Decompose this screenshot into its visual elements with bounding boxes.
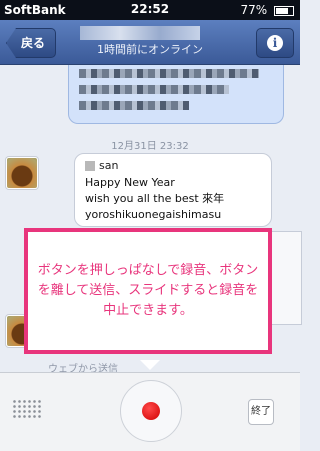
status-bar: SoftBank 22:52 77% xyxy=(0,0,300,20)
blurred-text xyxy=(79,101,189,110)
blurred-text xyxy=(79,69,259,78)
sender-name: san xyxy=(99,159,119,172)
info-icon: i xyxy=(267,35,283,51)
blurred-text xyxy=(79,85,229,94)
info-button[interactable]: i xyxy=(256,28,294,58)
message-line: yoroshikuonegaishimasu xyxy=(85,208,222,221)
online-status: 1時間前にオンライン xyxy=(97,43,203,56)
battery-percent: 77% xyxy=(240,3,268,17)
nav-bar: 戻る 1時間前にオンライン i xyxy=(0,20,300,65)
end-button[interactable]: 終了 xyxy=(248,399,274,425)
sent-message-bubble-blurred xyxy=(68,65,284,124)
contact-name-blurred xyxy=(80,26,200,40)
date-separator: 12月31日 23:32 xyxy=(111,141,189,152)
record-dot-icon xyxy=(142,402,160,420)
message-line: wish you all the best 來年 xyxy=(85,192,225,205)
record-button[interactable] xyxy=(120,380,182,442)
avatar[interactable] xyxy=(6,157,38,189)
message-line: Happy New Year xyxy=(85,176,175,189)
tooltip-pointer xyxy=(140,360,160,370)
battery-status: 77% xyxy=(240,3,294,17)
sender-name-blurred xyxy=(85,161,95,171)
keypad-icon[interactable] xyxy=(12,399,42,419)
tooltip-text: ボタンを押しっぱなしで録音、ボタンを離して送信、スライドすると録音を中止できます… xyxy=(37,263,259,318)
voice-record-bar: 終了 xyxy=(0,372,300,451)
received-message-bubble: san Happy New Year wish you all the best… xyxy=(74,153,272,227)
recording-tooltip: ボタンを押しっぱなしで録音、ボタンを離して送信、スライドすると録音を中止できます… xyxy=(24,228,272,354)
battery-icon xyxy=(274,5,294,16)
